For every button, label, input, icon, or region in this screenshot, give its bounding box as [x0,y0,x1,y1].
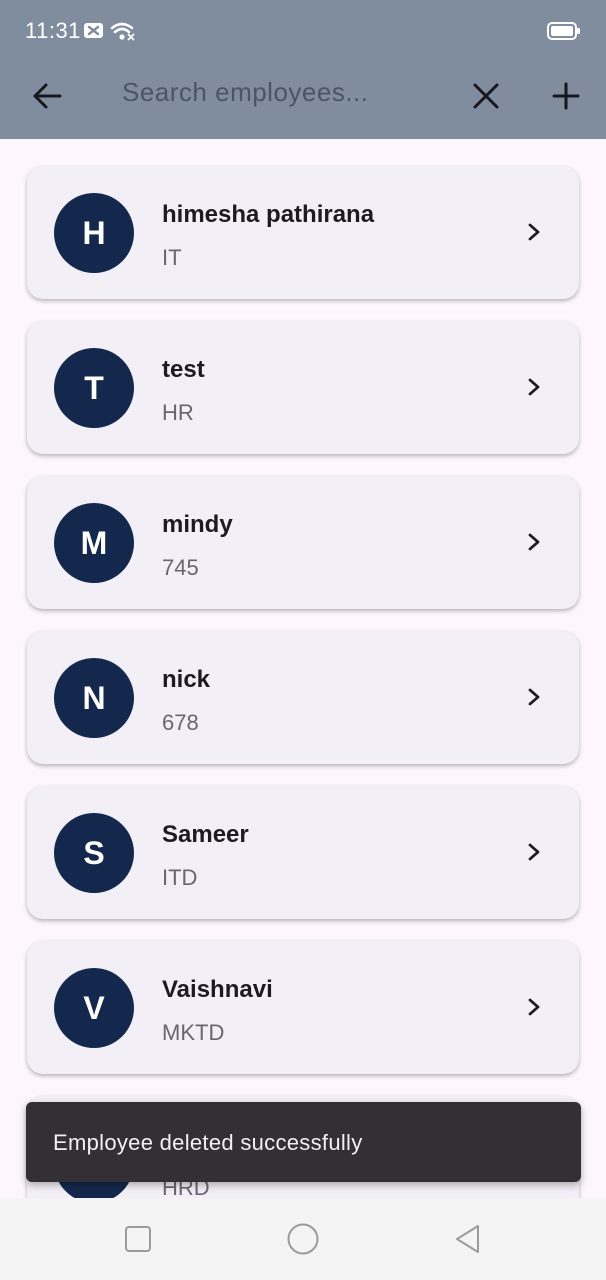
employee-name: himesha pathirana [162,201,375,228]
avatar: T [54,348,134,428]
chevron-right-icon [528,223,540,241]
avatar: N [54,658,134,738]
employee-department: IT [162,245,182,270]
snackbar: Employee deleted successfully [26,1102,581,1182]
avatar: M [54,503,134,583]
chevron-right-icon [528,998,540,1016]
snackbar-message: Employee deleted successfully [53,1130,363,1155]
employee-card[interactable]: V Vaishnavi MKTD [27,941,579,1074]
status-icons [84,20,136,47]
employee-department: MKTD [162,1020,225,1045]
recent-apps-button[interactable] [121,1222,155,1256]
employee-name: Sameer [162,821,249,848]
employee-name: Vaishnavi [162,976,273,1003]
employee-name: nick [162,666,211,693]
close-icon [473,83,499,109]
chevron-right-icon [528,533,540,551]
battery-icon [547,22,581,45]
employee-card[interactable]: S Sameer ITD [27,786,579,919]
avatar: H [54,193,134,273]
employee-card[interactable]: H himesha pathirana IT [27,166,579,299]
employee-list: H himesha pathirana IT T test HR M mindy… [0,139,606,1198]
employee-card[interactable]: T test HR [27,321,579,454]
chevron-right-icon [528,688,540,706]
employee-department: HR [162,400,194,425]
employee-department: ITD [162,865,198,890]
home-button[interactable] [286,1222,320,1256]
avatar: S [54,813,134,893]
clear-search-button[interactable] [466,76,506,116]
app-bar [0,60,606,139]
employee-card[interactable]: N nick 678 [27,631,579,764]
employee-name: mindy [162,511,233,538]
status-time: 11:31 [25,18,81,43]
plus-icon [552,82,580,110]
employee-department: 678 [162,710,199,735]
system-nav-bar [0,1198,606,1280]
add-employee-button[interactable] [546,76,586,116]
employee-card[interactable]: M mindy 745 [27,476,579,609]
chevron-right-icon [528,378,540,396]
status-bar: 11:31 [0,0,606,60]
back-nav-button[interactable] [451,1222,485,1256]
employee-department: 745 [162,555,199,580]
avatar: V [54,968,134,1048]
back-button[interactable] [28,76,68,116]
chevron-right-icon [528,843,540,861]
employee-name: test [162,356,205,383]
arrow-left-icon [33,83,62,109]
search-input[interactable] [122,74,442,110]
